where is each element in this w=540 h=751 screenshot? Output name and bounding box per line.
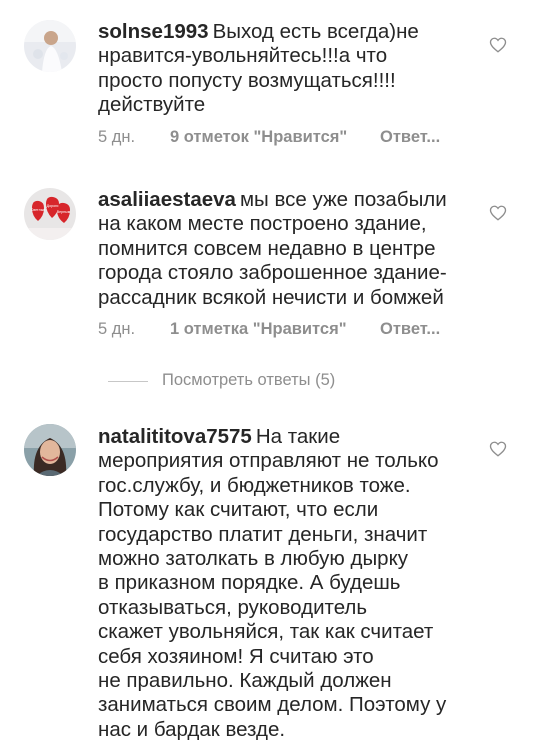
likes-count[interactable]: 9 отметок "Нравится" — [170, 128, 347, 147]
comment-text: solnse1993 Выход есть всегда)не нравится-… — [98, 20, 468, 118]
comment-line: просто попусту возмущаться!!!! — [98, 68, 396, 92]
avatar[interactable] — [24, 424, 76, 476]
avatar-label: Верным — [57, 210, 71, 214]
comment-line: мероприятия отправляют не только — [98, 449, 439, 473]
comment-username[interactable]: solnse1993 — [98, 20, 209, 43]
comment-line: заниматься своим делом. Поэтому у — [98, 693, 447, 717]
comment-line: нас и бардак везде. — [98, 717, 286, 741]
avatar-label: Дороги — [47, 204, 59, 208]
comment-line: города стояло заброшенное здание- — [98, 261, 447, 285]
comment-line: На такие — [255, 425, 341, 448]
comment-username[interactable]: natalititova7575 — [98, 425, 252, 448]
reply-button[interactable]: Ответ... — [380, 128, 440, 147]
comment-line: Потому как считают, что если — [98, 498, 379, 522]
comment-line: скажет увольняйся, так как считает — [98, 620, 434, 644]
comment-line: действуйте — [98, 93, 206, 117]
comment-line: Выход есть всегда)не — [212, 20, 419, 43]
comment-text: natalititova7575 На такие мероприятия отп… — [98, 425, 468, 742]
comment-line: гос.службу, и бюджетников тоже. — [98, 473, 411, 497]
avatar[interactable]: Светлые Дороги Верным — [24, 188, 76, 240]
heart-icon[interactable] — [489, 204, 507, 222]
comment-line: в приказном порядке. А будешь — [98, 571, 401, 595]
avatar-image — [24, 20, 76, 72]
reply-button[interactable]: Ответ... — [380, 320, 440, 339]
comment-username[interactable]: asaliiaestaeva — [98, 188, 236, 211]
comment-time: 5 дн. — [98, 128, 136, 146]
view-replies-label[interactable]: Посмотреть ответы (5) — [162, 371, 335, 390]
comment-line: мы все уже позабыли — [239, 188, 447, 211]
avatar-image — [24, 424, 76, 476]
likes-count[interactable]: 1 отметка "Нравится" — [170, 320, 347, 339]
avatar[interactable] — [24, 20, 76, 72]
comment-line: государство платит деньги, значит — [98, 522, 428, 546]
comment-line: помнится совсем недавно в центре — [98, 236, 436, 260]
comment-time: 5 дн. — [98, 320, 136, 338]
comment-line: отказываться, руководитель — [98, 595, 368, 619]
avatar-image: Светлые Дороги Верным — [24, 188, 76, 240]
comment-line: можно затолкать в любую дырку — [98, 547, 409, 571]
comment-line: нравится-увольняйтесь!!!а что — [98, 44, 388, 68]
divider — [108, 381, 148, 382]
heart-icon[interactable] — [489, 440, 507, 458]
comment-line: себя хозяином! Я считаю это — [98, 644, 374, 668]
comment-text: asaliiaestaeva мы все уже позабыли на как… — [98, 188, 468, 310]
comment-line: на каком месте построено здание, — [98, 212, 427, 236]
comment-line: рассадник всякой нечисти и бомжей — [98, 285, 444, 309]
comment-line: не правильно. Каждый должен — [98, 669, 392, 693]
heart-icon[interactable] — [489, 36, 507, 54]
avatar-label: Светлые — [31, 208, 46, 212]
